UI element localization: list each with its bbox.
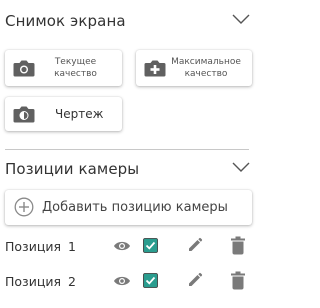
trash-icon[interactable]: [230, 236, 246, 255]
camera-panel: Снимок экрана Текущее качество Максималь…: [0, 0, 254, 308]
screenshot-section-title: Снимок экрана: [5, 12, 126, 30]
camera-positions-section-title: Позиции камеры: [5, 160, 140, 178]
chevron-down-icon[interactable]: [232, 13, 250, 25]
camera-flip-icon: [13, 106, 35, 123]
add-circle-icon: [14, 197, 34, 217]
position-label: Позиция: [5, 274, 61, 289]
camera-plus-icon: [144, 60, 166, 77]
position-label: Позиция: [5, 239, 61, 254]
add-camera-position-label: Добавить позицию камеры: [42, 200, 228, 215]
visibility-checkbox[interactable]: [143, 273, 158, 288]
add-camera-position-button[interactable]: Добавить позицию камеры: [5, 190, 252, 225]
camera-icon: [13, 60, 35, 77]
eye-icon[interactable]: [113, 275, 131, 287]
screenshot-section-header[interactable]: Снимок экрана: [5, 8, 254, 34]
pencil-icon[interactable]: [187, 237, 203, 253]
screenshot-max-quality-button[interactable]: Максимальное качество: [136, 50, 252, 86]
pencil-icon[interactable]: [187, 272, 203, 288]
max-quality-label: Максимальное качество: [171, 57, 241, 79]
camera-position-row[interactable]: Позиция 1: [0, 235, 254, 259]
screenshot-current-quality-button[interactable]: Текущее качество: [5, 50, 122, 86]
camera-positions-section-header[interactable]: Позиции камеры: [5, 156, 254, 182]
screenshot-drawing-button[interactable]: Чертеж: [5, 97, 122, 131]
visibility-checkbox[interactable]: [143, 238, 158, 253]
chevron-down-icon[interactable]: [232, 161, 250, 173]
position-number: 1: [68, 239, 76, 254]
trash-icon[interactable]: [230, 271, 246, 290]
camera-position-row[interactable]: Позиция 2: [0, 270, 254, 294]
current-quality-label: Текущее качество: [54, 57, 97, 79]
section-divider: [5, 149, 249, 150]
drawing-label: Чертеж: [55, 107, 104, 121]
position-number: 2: [68, 274, 76, 289]
eye-icon[interactable]: [113, 240, 131, 252]
